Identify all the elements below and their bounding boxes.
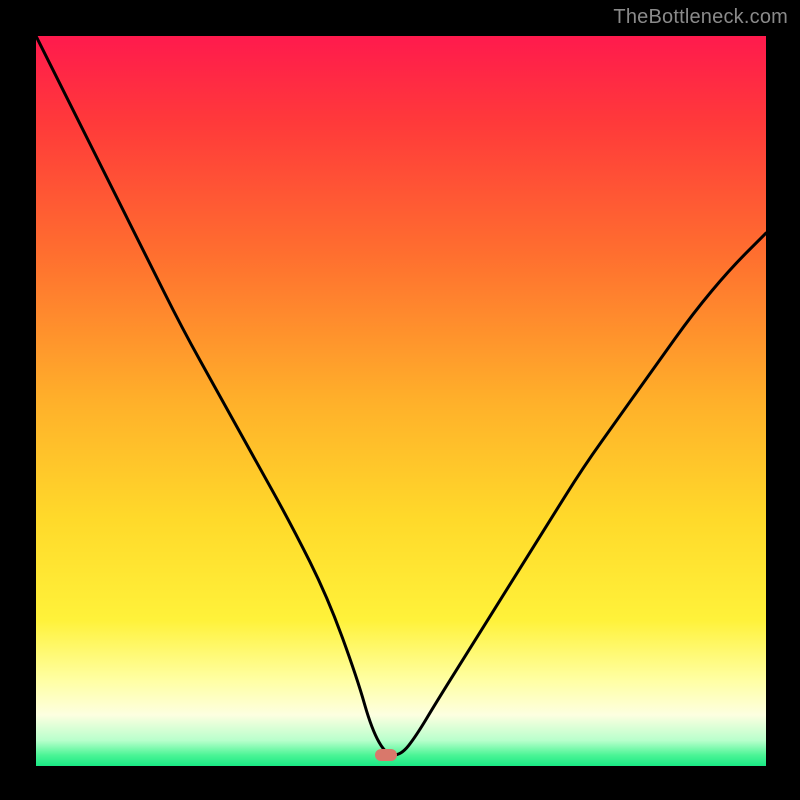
watermark-label: TheBottleneck.com [613, 6, 788, 29]
optimum-marker [375, 749, 397, 761]
chart-frame: TheBottleneck.com [0, 0, 800, 800]
plot-area [36, 36, 766, 766]
bottleneck-curve [36, 36, 766, 766]
